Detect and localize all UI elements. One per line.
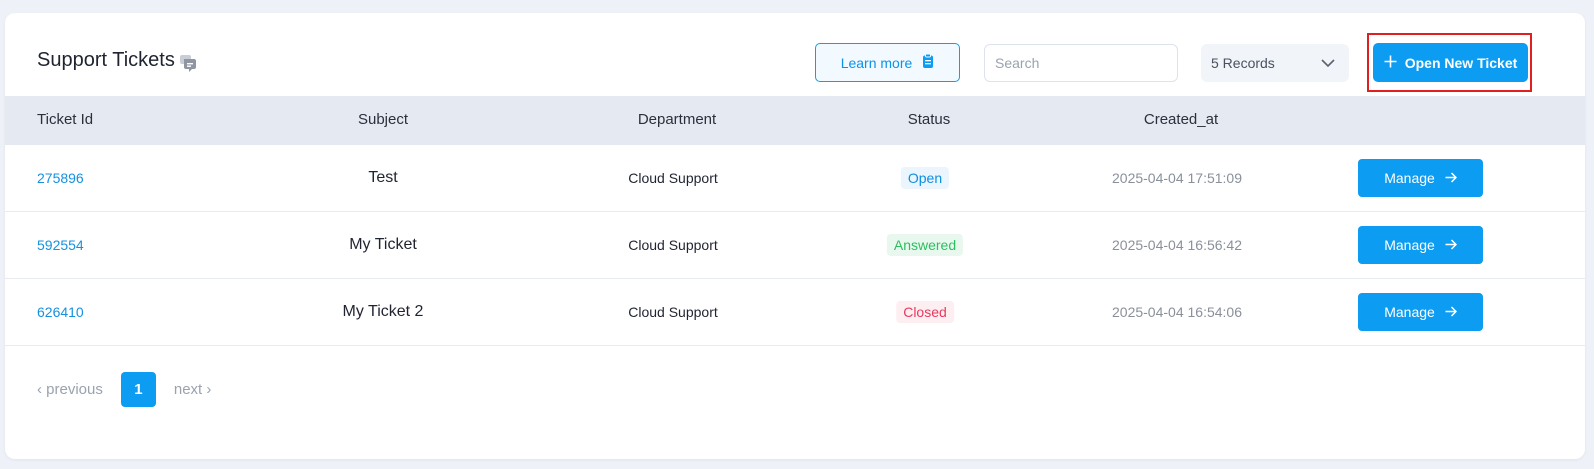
- ticket-created-at: 2025-04-04 17:51:09: [1112, 170, 1242, 186]
- support-tickets-card: Support Tickets Learn more Search 5 Reco…: [5, 13, 1585, 459]
- search-input[interactable]: [984, 44, 1178, 82]
- page-number-current[interactable]: 1: [120, 371, 156, 407]
- open-new-ticket-label: Open New Ticket: [1404, 54, 1518, 71]
- ticket-department: Cloud Support: [628, 237, 718, 253]
- ticket-subject: My Ticket: [349, 236, 417, 253]
- records-select-value: 5 Records: [1211, 55, 1275, 71]
- status-badge: Closed: [896, 301, 954, 323]
- arrow-right-icon: [1445, 170, 1457, 186]
- column-header-created-at: Created_at: [1143, 111, 1219, 128]
- arrow-right-icon: [1445, 237, 1457, 253]
- chat-icon: [179, 54, 197, 72]
- status-cell: Closed: [896, 301, 954, 323]
- toolbar: Support Tickets Learn more Search 5 Reco…: [5, 13, 1585, 96]
- page-title: Support Tickets: [37, 49, 197, 72]
- ticket-id-link[interactable]: 592554: [37, 237, 84, 253]
- records-per-page-select[interactable]: 5 Records: [1201, 44, 1349, 82]
- table-row: 275896 Test Cloud Support Open 2025-04-0…: [5, 145, 1585, 212]
- manage-button[interactable]: Manage: [1358, 159, 1483, 197]
- manage-label: Manage: [1384, 304, 1435, 320]
- previous-page-link[interactable]: ‹ previous: [37, 381, 103, 398]
- column-header-department: Department: [637, 111, 717, 128]
- ticket-id-link[interactable]: 626410: [37, 304, 84, 320]
- status-cell: Open: [900, 167, 950, 189]
- table-header: Ticket Id Subject Department Status Crea…: [5, 96, 1585, 145]
- manage-label: Manage: [1384, 237, 1435, 253]
- plus-icon: [1384, 55, 1397, 71]
- learn-more-label: Learn more: [840, 54, 913, 71]
- next-page-link[interactable]: next ›: [174, 381, 212, 398]
- status-cell: Answered: [886, 234, 964, 256]
- ticket-subject: Test: [368, 169, 398, 186]
- open-new-ticket-button[interactable]: Open New Ticket: [1373, 43, 1528, 82]
- column-header-ticket-id: Ticket Id: [37, 111, 94, 128]
- ticket-created-at: 2025-04-04 16:54:06: [1112, 304, 1242, 320]
- column-header-subject: Subject: [357, 111, 409, 128]
- manage-button[interactable]: Manage: [1358, 226, 1483, 264]
- table-row: 626410 My Ticket 2 Cloud Support Closed …: [5, 279, 1585, 346]
- manage-label: Manage: [1384, 170, 1435, 186]
- table-row: 592554 My Ticket Cloud Support Answered …: [5, 212, 1585, 279]
- page-title-text: Support Tickets: [37, 49, 175, 71]
- status-badge: Answered: [886, 234, 964, 256]
- ticket-subject: My Ticket 2: [342, 303, 424, 320]
- arrow-right-icon: [1445, 304, 1457, 320]
- document-icon: [922, 53, 934, 72]
- pagination: ‹ previous 1 next ›: [37, 371, 211, 407]
- chevron-down-icon: [1321, 55, 1335, 71]
- learn-more-button[interactable]: Learn more: [815, 43, 960, 82]
- ticket-id-link[interactable]: 275896: [37, 170, 84, 186]
- manage-button[interactable]: Manage: [1358, 293, 1483, 331]
- ticket-created-at: 2025-04-04 16:56:42: [1112, 237, 1242, 253]
- status-badge: Open: [900, 167, 950, 189]
- column-header-status: Status: [907, 111, 951, 128]
- ticket-department: Cloud Support: [628, 304, 718, 320]
- ticket-department: Cloud Support: [628, 170, 718, 186]
